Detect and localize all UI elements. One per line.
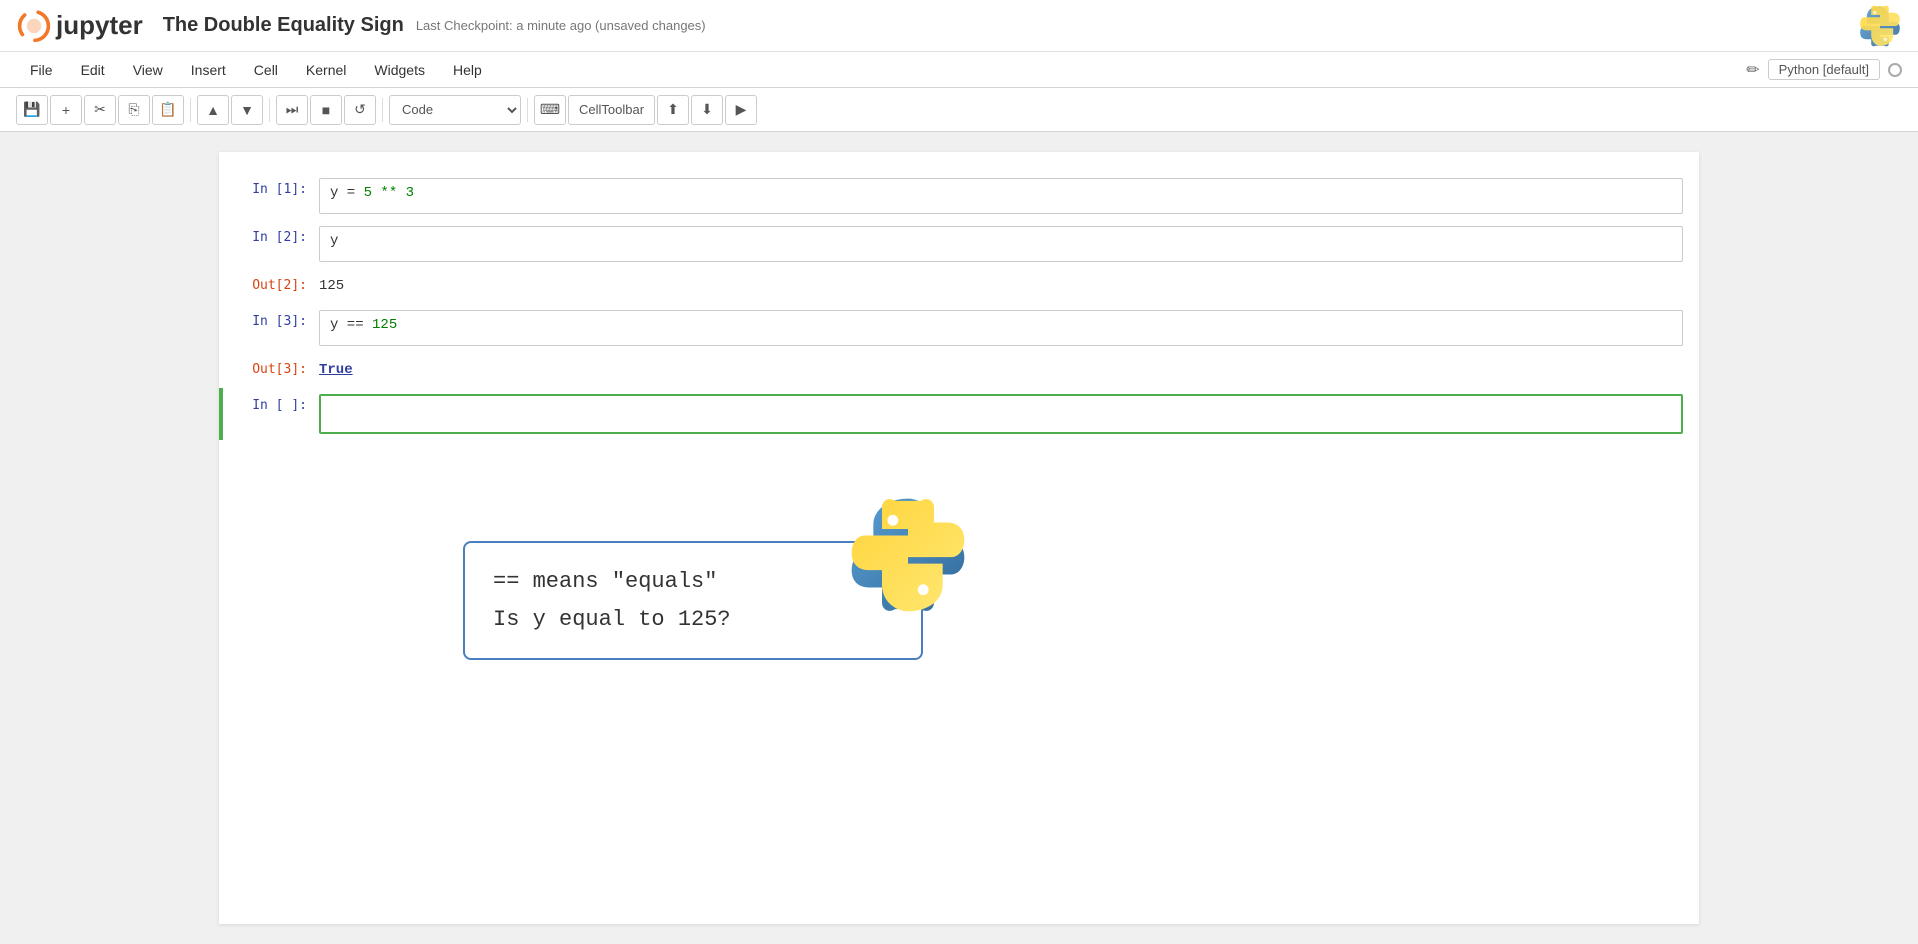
code-125: 125 — [372, 317, 397, 333]
toolbar: 💾 + ✂ ⎘ 📋 ▲ ▼ ⏭ ■ ↺ Code Markdown Raw NB… — [0, 88, 1918, 132]
cell-2-label: In [2]: — [239, 226, 319, 245]
stop-button[interactable]: ■ — [310, 95, 342, 125]
menu-file[interactable]: File — [16, 58, 67, 82]
out-3-value: True — [319, 362, 353, 378]
python-snake-logo — [843, 490, 973, 620]
checkpoint-info: Last Checkpoint: a minute ago (unsaved c… — [416, 18, 706, 33]
cell-2-output-label: Out[2]: — [239, 274, 319, 293]
cell-2: In [2]: y — [219, 220, 1699, 268]
cell-3-output: True — [319, 358, 1683, 382]
download-button[interactable]: ⬇ — [691, 95, 723, 125]
cell-4-input[interactable] — [319, 394, 1683, 434]
move-down-button[interactable]: ▼ — [231, 95, 263, 125]
toolbar-separator-1 — [190, 98, 191, 122]
code-y-var: y — [330, 233, 338, 249]
menu-view[interactable]: View — [119, 58, 177, 82]
toolbar-separator-2 — [269, 98, 270, 122]
move-up-button[interactable]: ▲ — [197, 95, 229, 125]
toolbar-separator-4 — [527, 98, 528, 122]
save-button[interactable]: 💾 — [16, 95, 48, 125]
kernel-status-indicator — [1888, 63, 1902, 77]
menu-help[interactable]: Help — [439, 58, 496, 82]
fast-forward-button[interactable]: ⏭ — [276, 95, 308, 125]
tooltip-line2: Is y equal to 125? — [493, 601, 893, 638]
jupyter-logo: jupyter — [16, 8, 143, 44]
menu-widgets[interactable]: Widgets — [360, 58, 439, 82]
cell-2-output-row: Out[2]: 125 — [219, 268, 1699, 304]
add-cell-button[interactable]: + — [50, 95, 82, 125]
paste-cell-button[interactable]: 📋 — [152, 95, 184, 125]
menu-insert[interactable]: Insert — [177, 58, 240, 82]
cell-4-active: In [ ]: == means "equals" Is y equal to … — [219, 388, 1699, 440]
cell-3-input[interactable]: y == 125 — [319, 310, 1683, 346]
kernel-info: ✏ Python [default] — [1746, 59, 1902, 80]
notebook-title: The Double Equality Sign — [163, 14, 404, 37]
cell-3: In [3]: y == 125 — [219, 304, 1699, 352]
cell-1-input[interactable]: y = 5 ** 3 — [319, 178, 1683, 214]
keyboard-shortcut-button[interactable]: ⌨ — [534, 95, 566, 125]
menu-cell[interactable]: Cell — [240, 58, 292, 82]
code-3: 3 — [406, 185, 414, 201]
code-y-eq: y == — [330, 317, 372, 333]
cell-3-label: In [3]: — [239, 310, 319, 329]
restart-button[interactable]: ↺ — [344, 95, 376, 125]
jupyter-icon — [16, 8, 52, 44]
code-5: 5 — [364, 185, 372, 201]
python-logo-float — [843, 490, 973, 620]
settings-button[interactable]: ▶ — [725, 95, 757, 125]
cut-cell-button[interactable]: ✂ — [84, 95, 116, 125]
tooltip-line1: == means "equals" — [493, 563, 893, 600]
cell-1: In [1]: y = 5 ** 3 — [219, 172, 1699, 220]
header-bar: jupyter The Double Equality Sign Last Ch… — [0, 0, 1918, 52]
jupyter-wordmark: jupyter — [56, 10, 143, 41]
menu-edit[interactable]: Edit — [67, 58, 119, 82]
cell-2-input[interactable]: y — [319, 226, 1683, 262]
code-y-assign: y = — [330, 185, 364, 201]
cell-2-output: 125 — [319, 274, 1683, 298]
upload-button[interactable]: ⬆ — [657, 95, 689, 125]
out-2-value: 125 — [319, 278, 344, 294]
menu-kernel[interactable]: Kernel — [292, 58, 360, 82]
kernel-name: Python [default] — [1768, 59, 1880, 80]
cell-3-output-row: Out[3]: True — [219, 352, 1699, 388]
menu-bar: File Edit View Insert Cell Kernel Widget… — [0, 52, 1918, 88]
notebook-area: In [1]: y = 5 ** 3 In [2]: y Out[2]: 125… — [219, 152, 1699, 924]
toolbar-separator-3 — [382, 98, 383, 122]
cell-toolbar-button[interactable]: CellToolbar — [568, 95, 655, 125]
cell-4-label: In [ ]: — [239, 394, 319, 413]
cell-1-label: In [1]: — [239, 178, 319, 197]
code-power: ** — [372, 185, 406, 201]
cell-type-select[interactable]: Code Markdown Raw NBConvert — [389, 95, 521, 125]
cell-3-output-label: Out[3]: — [239, 358, 319, 377]
copy-cell-button[interactable]: ⎘ — [118, 95, 150, 125]
edit-icon: ✏ — [1746, 60, 1759, 80]
python-logo-header — [1858, 4, 1902, 48]
main-content: In [1]: y = 5 ** 3 In [2]: y Out[2]: 125… — [0, 132, 1918, 944]
